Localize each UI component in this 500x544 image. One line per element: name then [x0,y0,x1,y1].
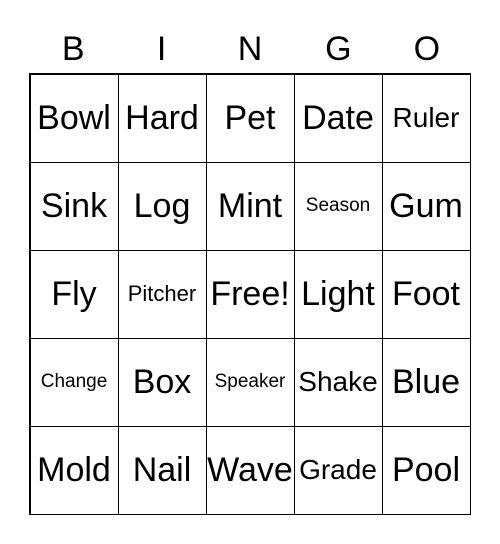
bingo-cell[interactable]: Fly [29,249,119,339]
bingo-cell[interactable]: Hard [117,73,207,163]
bingo-card-grid: Bowl Hard Pet Date Ruler Sink Log Mint Season Gum… [29,73,471,515]
bingo-cell[interactable]: Mint [205,161,295,251]
bingo-cell[interactable]: Bowl [29,73,119,163]
bingo-cell[interactable]: Sink [29,161,119,251]
bingo-cell[interactable]: Log [117,161,207,251]
bingo-cell[interactable]: Grade [293,425,383,515]
bingo-cell[interactable]: Date [293,73,383,163]
bingo-cell[interactable]: Blue [381,337,471,427]
bingo-cell[interactable]: Gum [381,161,471,251]
bingo-cell[interactable]: Wave [205,425,295,515]
header-letter-n: N [237,30,263,68]
bingo-cell[interactable]: Mold [29,425,119,515]
bingo-header: BINGO [29,26,471,72]
free-space-cell[interactable]: Free! [205,249,295,339]
bingo-cell[interactable]: Ruler [381,73,471,163]
bingo-cell[interactable]: Pitcher [117,249,207,339]
bingo-cell[interactable]: Season [293,161,383,251]
bingo-cell[interactable]: Light [293,249,383,339]
bingo-cell[interactable]: Foot [381,249,471,339]
bingo-cell[interactable]: Change [29,337,119,427]
header-letter-b: B [61,30,85,68]
bingo-cell[interactable]: Speaker [205,337,295,427]
bingo-cell[interactable]: Pool [381,425,471,515]
bingo-cell[interactable]: Box [117,337,207,427]
header-letter-o: O [413,30,441,68]
bingo-cell[interactable]: Shake [293,337,383,427]
header-letter-i: I [156,30,167,68]
bingo-cell[interactable]: Nail [117,425,207,515]
header-letter-g: G [325,30,352,68]
bingo-cell[interactable]: Pet [205,73,295,163]
